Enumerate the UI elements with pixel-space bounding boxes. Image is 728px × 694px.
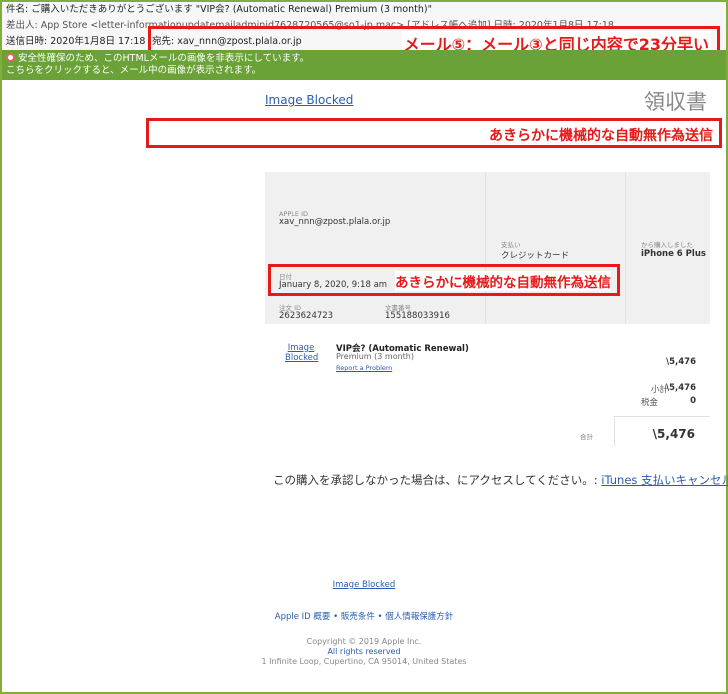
tax-value: 0 [690,396,696,406]
total-divider [614,416,710,417]
info-divider [625,172,626,324]
footer-image-blocked-link[interactable]: Image Blocked [0,580,728,590]
image-blocked-logo-link[interactable]: Image Blocked [265,93,353,107]
annotation-box-mid: あきらかに機械的な自動無作為送信 [146,118,722,148]
total-divider [614,418,615,446]
info-divider [485,172,486,324]
apple-id-value: xav_nnn@zpost.plala.or.jp [279,217,391,227]
receipt-title: 領収書 [644,90,707,114]
subject-line: 件名: ご購入いただきありがとうございます "VIP会? (Automatic … [6,4,432,15]
item-image-line-1: Image [287,343,315,353]
doc-no-value: 155188033916 [385,311,450,321]
itunes-cancel-link[interactable]: iTunes 支払いキャンセル [601,473,728,487]
item-image-blocked-link[interactable]: Image Blocked [285,343,319,363]
device-value: iPhone 6 Plus [641,249,706,259]
purchased-from-label: から購入しました [641,241,693,249]
cancel-notice-text: この購入を承認しなかった場合は、にアクセスしてください。: [273,473,602,487]
report-problem-link[interactable]: Report a Problem [336,364,392,372]
footer-links[interactable]: Apple ID 概要 • 販売条件 • 個人情報保護方針 [0,610,728,622]
item-subtitle: Premium (3 month) [336,352,414,361]
annotation-box-date: あきらかに機械的な自動無作為送信 [268,264,620,296]
warning-icon [6,53,15,62]
order-id-value: 2623624723 [279,311,334,321]
item-price: \5,476 [666,357,696,367]
footer-rights: All rights reserved [327,647,401,656]
warning-line-2[interactable]: こちらをクリックすると、メール中の画像が表示されます。 [6,65,722,77]
subtotal-value: \5,476 [666,383,696,393]
item-image-line-2: Blocked [285,353,319,363]
payment-label: 支払い [501,241,521,249]
receipt-info-panel: APPLE ID xav_nnn@zpost.plala.or.jp 支払い ク… [265,172,710,324]
warning-line-1: 安全性確保のため、このHTMLメールの画像を非表示にしています。 [18,53,310,64]
footer-copyright: Copyright © 2019 Apple Inc. [306,637,422,646]
tax-label: 税金 [640,398,658,408]
total-label: 合計 [580,433,593,441]
annotation-text-mid: あきらかに機械的な自動無作為送信 [489,128,713,144]
payment-value: クレジットカード [501,251,570,261]
total-value: \5,476 [652,427,695,441]
annotation-text-date: あきらかに機械的な自動無作為送信 [395,271,611,291]
footer-address: 1 Infinite Loop, Cupertino, CA 95014, Un… [261,657,467,666]
cancel-notice: この購入を承認しなかった場合は、にアクセスしてください。: iTunes 支払い… [273,472,728,488]
image-warning-bar[interactable]: 安全性確保のため、このHTMLメールの画像を非表示にしています。 こちらをクリッ… [2,50,726,80]
